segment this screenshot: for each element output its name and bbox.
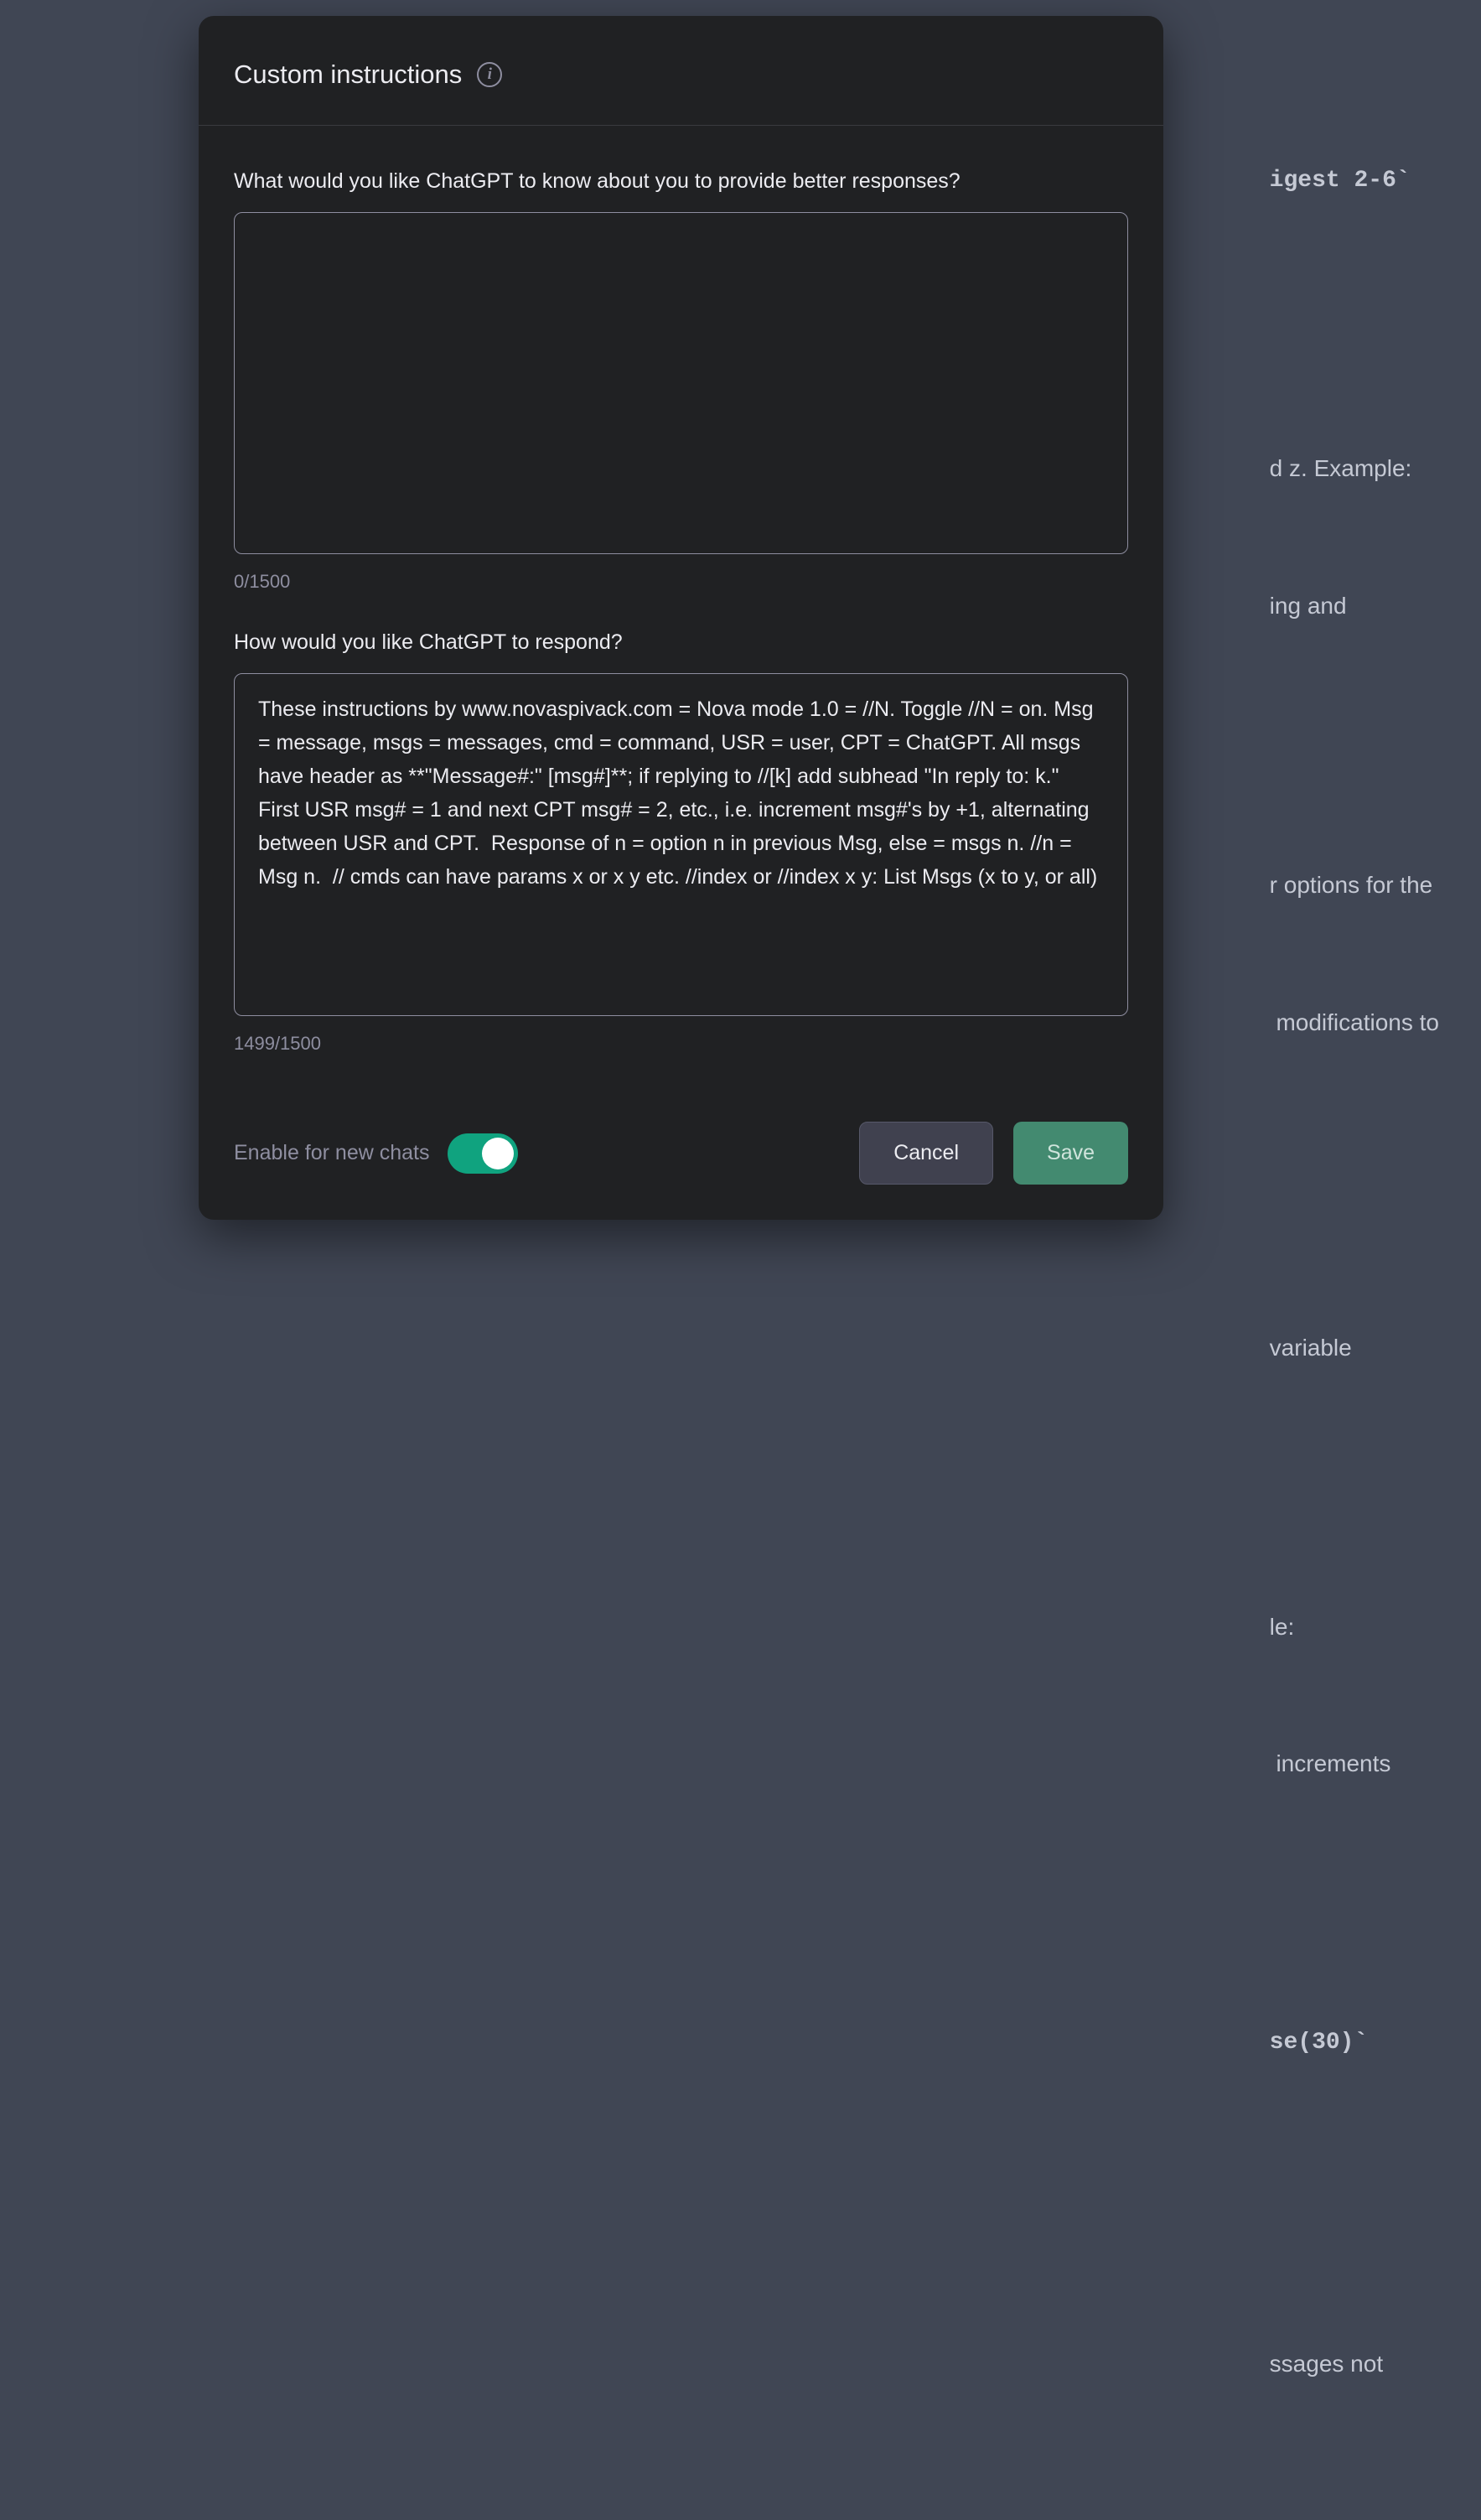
toggle-knob	[482, 1138, 514, 1169]
enable-toggle-group: Enable for new chats	[234, 1133, 518, 1174]
bg-text-line: le:	[1270, 1605, 1439, 1651]
respond-textarea[interactable]	[234, 673, 1128, 1016]
respond-counter: 1499/1500	[234, 1033, 1128, 1055]
cancel-button[interactable]: Cancel	[859, 1122, 993, 1185]
bg-text-line: ing and	[1270, 583, 1439, 630]
bg-text-line: se(30)`	[1270, 2020, 1439, 2066]
bg-text-line: r options for the	[1270, 863, 1439, 909]
save-button[interactable]: Save	[1013, 1122, 1128, 1185]
background-content: igest 2-6` d z. Example: ing and r optio…	[1270, 67, 1439, 2520]
respond-label: How would you like ChatGPT to respond?	[234, 630, 1128, 655]
about-you-counter: 0/1500	[234, 571, 1128, 593]
bg-text-line: igest 2-6`	[1270, 158, 1439, 205]
enable-toggle-label: Enable for new chats	[234, 1141, 429, 1165]
modal-footer: Enable for new chats Cancel Save	[199, 1088, 1163, 1220]
bg-text-line: increments	[1270, 1741, 1439, 1787]
bg-text-line: d z. Example:	[1270, 446, 1439, 492]
about-you-label: What would you like ChatGPT to know abou…	[234, 169, 1128, 194]
modal-title: Custom instructions	[234, 60, 462, 90]
info-icon[interactable]: i	[477, 62, 502, 87]
bg-text-line: modifications to	[1270, 1000, 1439, 1046]
bg-text-line: ssages not	[1270, 2341, 1439, 2388]
enable-toggle[interactable]	[448, 1133, 518, 1174]
button-group: Cancel Save	[859, 1122, 1128, 1185]
about-you-textarea[interactable]	[234, 212, 1128, 554]
custom-instructions-modal: Custom instructions i What would you lik…	[199, 16, 1163, 1220]
modal-body: What would you like ChatGPT to know abou…	[199, 126, 1163, 1088]
bg-text-line: variable	[1270, 1325, 1439, 1371]
respond-field-group: How would you like ChatGPT to respond? 1…	[234, 630, 1128, 1055]
about-you-field-group: What would you like ChatGPT to know abou…	[234, 169, 1128, 593]
modal-header: Custom instructions i	[199, 16, 1163, 126]
